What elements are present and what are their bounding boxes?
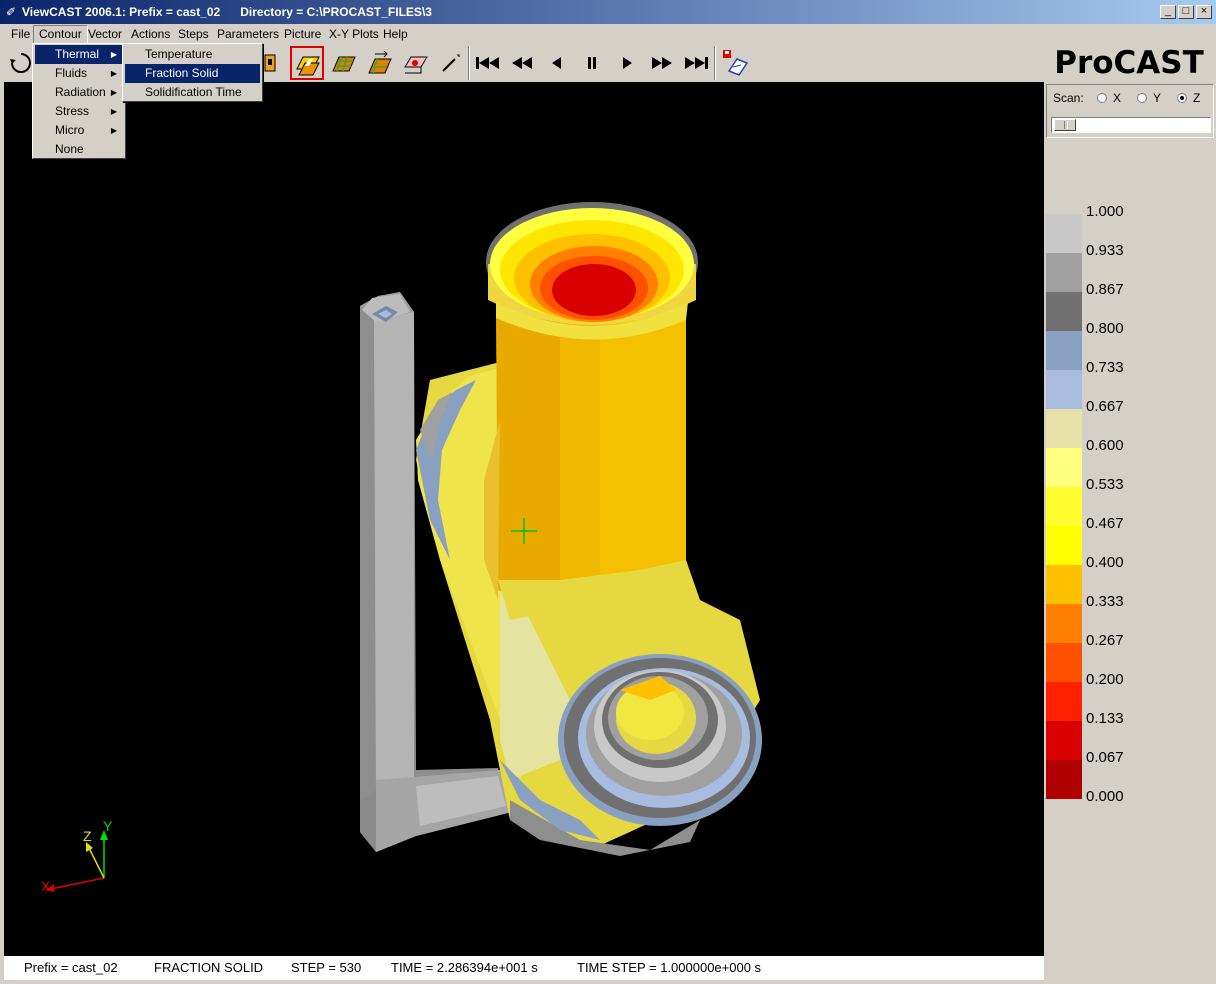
status-bar: Prefix = cast_02 FRACTION SOLID STEP = 5…	[4, 956, 1044, 980]
legend-label: 0.067	[1086, 749, 1124, 766]
legend-swatch	[1046, 487, 1082, 526]
legend-label: 0.733	[1086, 359, 1124, 376]
menu-item-fluids[interactable]: Fluids ▶	[35, 64, 123, 83]
title-bar: ✐ ViewCAST 2006.1: Prefix = cast_02 Dire…	[0, 0, 1216, 24]
maximize-button[interactable]: □	[1178, 5, 1194, 19]
menu-vector[interactable]: Vector	[83, 26, 127, 43]
status-time-step: TIME STEP = 1.000000e+000 s	[577, 960, 762, 975]
3d-viewport[interactable]: Z Y X	[4, 82, 1044, 956]
minimize-button[interactable]: _	[1160, 5, 1176, 19]
menu-file[interactable]: File	[6, 26, 35, 43]
casting-render	[45, 202, 762, 892]
axis-label-y: Y	[103, 818, 113, 834]
menu-item-none[interactable]: None	[35, 140, 123, 159]
cut-icon[interactable]	[398, 46, 432, 80]
play-icon[interactable]	[610, 46, 644, 80]
step-back-icon[interactable]	[540, 46, 574, 80]
procast-logo: ProCAST	[1054, 45, 1204, 81]
legend-swatch	[1046, 760, 1082, 799]
scan-z-label: Z	[1193, 91, 1201, 105]
legend-label: 0.667	[1086, 398, 1124, 415]
thermal-submenu: Temperature Fraction Solid Solidificatio…	[122, 43, 263, 102]
menu-item-stress[interactable]: Stress ▶	[35, 102, 123, 121]
menu-xy-plots[interactable]: X-Y Plots	[324, 26, 384, 43]
menu-picture[interactable]: Picture	[279, 26, 326, 43]
last-step-icon[interactable]	[680, 46, 714, 80]
menu-actions[interactable]: Actions	[126, 26, 175, 43]
legend-swatch	[1046, 409, 1082, 448]
legend-swatch	[1046, 448, 1082, 487]
menu-item-micro[interactable]: Micro ▶	[35, 121, 123, 140]
menu-item-temperature[interactable]: Temperature	[125, 45, 260, 64]
legend-label: 1.000	[1086, 203, 1124, 220]
probe-icon[interactable]	[434, 46, 468, 80]
legend-label: 0.467	[1086, 515, 1124, 532]
scan-label: Scan:	[1053, 91, 1084, 105]
legend-label: 0.133	[1086, 710, 1124, 727]
legend-label: 0.000	[1086, 788, 1124, 805]
legend-swatch	[1046, 214, 1082, 253]
scan-slider-thumb[interactable]	[1054, 119, 1076, 131]
legend-label: 0.400	[1086, 554, 1124, 571]
scan-y-radio[interactable]	[1137, 93, 1147, 103]
fast-rewind-icon[interactable]	[505, 46, 539, 80]
legend-swatch	[1046, 370, 1082, 409]
legend-swatch	[1046, 604, 1082, 643]
first-step-icon[interactable]	[470, 46, 504, 80]
right-panel: Scan: X Y Z 1.000 0.933 0.867 0.800 0.733 0.6…	[1044, 82, 1216, 984]
menu-bar: File Contour Vector Actions Steps Parame…	[0, 24, 1216, 44]
legend-swatch	[1046, 253, 1082, 292]
legend-swatch	[1046, 526, 1082, 565]
legend-swatch	[1046, 331, 1082, 370]
scan-x-label: X	[1113, 91, 1122, 105]
legend-swatch	[1046, 292, 1082, 331]
legend-label: 0.267	[1086, 632, 1124, 649]
scan-slider[interactable]	[1051, 117, 1211, 133]
legend-label: 0.933	[1086, 242, 1124, 259]
status-quantity: FRACTION SOLID	[154, 960, 264, 975]
legend-label: 0.533	[1086, 476, 1124, 493]
status-time: TIME = 2.286394e+001 s	[391, 960, 538, 975]
app-icon: ✐	[6, 5, 17, 19]
menu-parameters[interactable]: Parameters	[212, 26, 284, 43]
menu-contour[interactable]: Contour	[33, 25, 88, 44]
window-title: ViewCAST 2006.1: Prefix = cast_02 Direct…	[22, 5, 432, 19]
menu-item-solidification-time[interactable]: Solidification Time	[125, 83, 260, 102]
legend-label: 0.333	[1086, 593, 1124, 610]
axis-label-z: Z	[83, 828, 92, 844]
pause-icon[interactable]	[575, 46, 609, 80]
shaded-contour-icon[interactable]	[290, 46, 324, 80]
axis-label-x: X	[41, 878, 51, 894]
legend-label: 0.200	[1086, 671, 1124, 688]
fast-forward-icon[interactable]	[645, 46, 679, 80]
contour-menu: Thermal ▶ Fluids ▶ Radiation ▶ Stress ▶ Micr…	[32, 43, 126, 159]
scan-y-label: Y	[1153, 91, 1162, 105]
legend-swatch	[1046, 565, 1082, 604]
status-prefix: Prefix = cast_02	[24, 960, 118, 975]
scan-z-radio[interactable]	[1177, 93, 1187, 103]
scan-x-radio[interactable]	[1097, 93, 1107, 103]
menu-item-fraction-solid[interactable]: Fraction Solid	[125, 64, 260, 83]
legend-swatch	[1046, 721, 1082, 760]
scan-group: Scan: X Y Z	[1046, 84, 1214, 138]
legend-label: 0.800	[1086, 320, 1124, 337]
menu-item-radiation[interactable]: Radiation ▶	[35, 83, 123, 102]
mesh-contour-icon[interactable]	[326, 46, 360, 80]
menu-help[interactable]: Help	[378, 26, 413, 43]
legend-label: 0.600	[1086, 437, 1124, 454]
legend-swatch	[1046, 643, 1082, 682]
status-step: STEP = 530	[291, 960, 362, 975]
legend-swatch	[1046, 682, 1082, 721]
toolbar-separator	[714, 46, 716, 80]
menu-steps[interactable]: Steps	[173, 26, 214, 43]
save-image-icon[interactable]	[718, 46, 752, 80]
menu-item-thermal[interactable]: Thermal ▶	[35, 45, 123, 64]
close-button[interactable]: ×	[1196, 5, 1212, 19]
vector-contour-icon[interactable]	[362, 46, 396, 80]
legend-label: 0.867	[1086, 281, 1124, 298]
